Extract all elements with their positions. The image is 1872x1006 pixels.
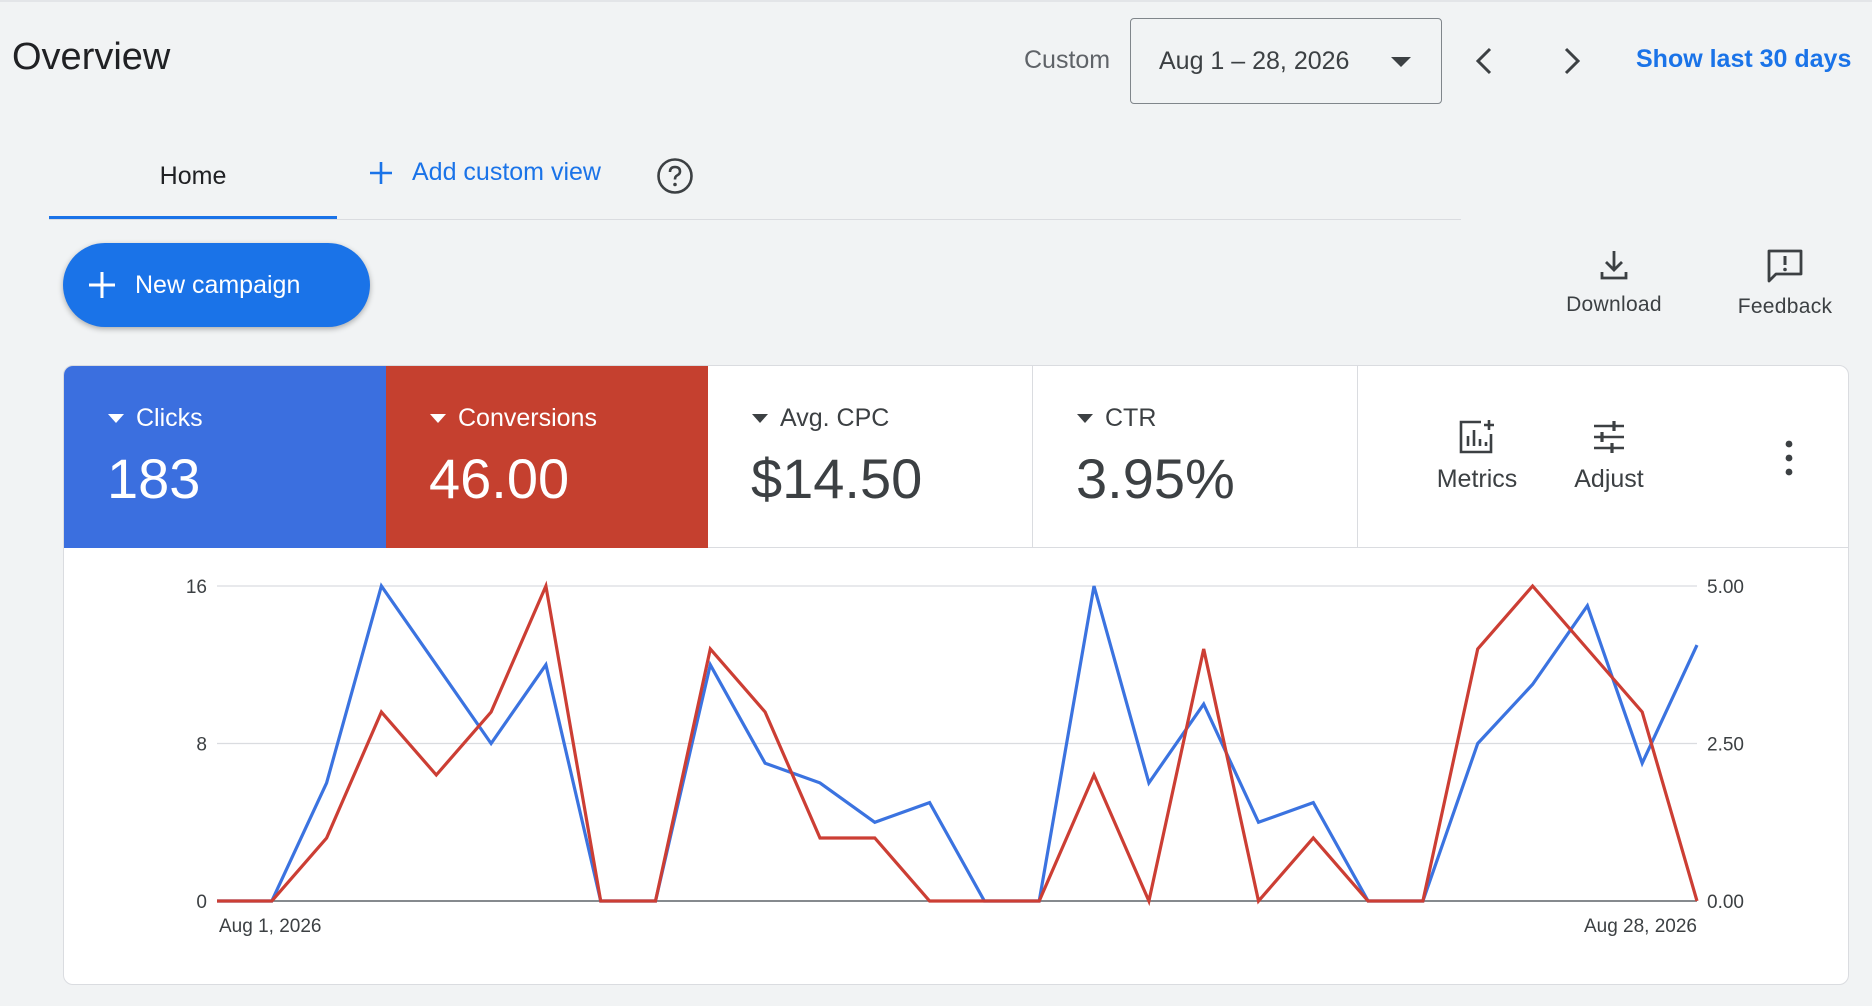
top-divider (0, 0, 1872, 2)
download-button[interactable]: Download (1549, 248, 1679, 328)
feedback-icon (1767, 249, 1803, 283)
show-last-30-days-link[interactable]: Show last 30 days (1636, 45, 1851, 74)
metrics-label: Metrics (1436, 465, 1518, 493)
plus-icon (89, 272, 115, 298)
metrics-button[interactable]: Metrics (1422, 418, 1532, 494)
x-axis-start-label: Aug 1, 2026 (219, 916, 321, 937)
dropdown-triangle-icon (108, 414, 124, 423)
left-axis-tick-label: 8 (196, 735, 207, 756)
performance-chart: 0 0.00 8 2.50 16 5.00 Aug 1, 2026 Aug 28, 2026 (186, 577, 1744, 937)
scorecard-conversions[interactable]: Conversions 46.00 (386, 366, 708, 548)
feedback-label: Feedback (1737, 295, 1833, 318)
chevron-right-icon (1564, 47, 1581, 75)
more-vert-icon[interactable] (1774, 436, 1804, 480)
feedback-button[interactable]: Feedback (1720, 248, 1850, 328)
dropdown-triangle-icon (430, 414, 446, 423)
help-icon[interactable] (656, 157, 694, 195)
scorecard-value: $14.50 (751, 447, 923, 510)
scorecard-ctr[interactable]: CTR 3.95% (1033, 366, 1358, 548)
x-axis-end-label: Aug 28, 2026 (1584, 916, 1697, 937)
scorecard-label: Avg. CPC (780, 404, 890, 432)
scorecard-value: 3.95% (1076, 447, 1235, 510)
chart-tools: Metrics Adjust (1358, 366, 1848, 548)
tab-home[interactable]: Home (49, 140, 337, 220)
download-label: Download (1566, 293, 1662, 316)
next-period-button[interactable] (1546, 36, 1596, 86)
right-axis-tick-label: 5.00 (1707, 577, 1744, 598)
custom-range-label: Custom (1024, 46, 1111, 74)
new-campaign-label: New campaign (135, 270, 301, 299)
caret-down-icon (1391, 57, 1411, 67)
tab-home-label: Home (159, 162, 227, 190)
dropdown-triangle-icon (1077, 414, 1093, 423)
page-title: Overview (12, 36, 171, 78)
adjust-label: Adjust (1574, 465, 1644, 493)
right-axis-tick-label: 2.50 (1707, 735, 1744, 756)
scorecard-label: Conversions (458, 404, 597, 432)
chevron-left-icon (1475, 47, 1492, 75)
metrics-icon (1459, 420, 1494, 454)
scorecard-value: 183 (107, 447, 201, 510)
add-custom-view-label: Add custom view (412, 158, 601, 186)
adjust-button[interactable]: Adjust (1554, 418, 1664, 494)
date-range-value: Aug 1 – 28, 2026 (1159, 46, 1350, 75)
add-custom-view-button[interactable]: Add custom view (368, 158, 601, 187)
download-icon (1600, 251, 1628, 280)
left-axis-tick-label: 16 (186, 577, 207, 598)
date-range-select[interactable]: Aug 1 – 28, 2026 (1130, 18, 1442, 104)
left-axis-tick-label: 0 (196, 892, 207, 913)
performance-card: Clicks 183 Conversions 46.00 Avg. CPC $1… (63, 365, 1849, 985)
new-campaign-button[interactable]: New campaign (63, 243, 370, 327)
tabs-divider (49, 219, 1461, 220)
scorecard-value: 46.00 (429, 447, 570, 510)
dropdown-triangle-icon (752, 414, 768, 423)
plus-icon (370, 161, 392, 184)
right-axis-tick-label: 0.00 (1707, 892, 1744, 913)
tune-icon (1594, 421, 1624, 453)
scorecard-clicks[interactable]: Clicks 183 (64, 366, 386, 548)
scorecard-label: Clicks (136, 404, 203, 432)
scorecard-label: CTR (1105, 404, 1157, 432)
previous-period-button[interactable] (1460, 36, 1510, 86)
scorecard-avg-cpc[interactable]: Avg. CPC $14.50 (708, 366, 1033, 548)
